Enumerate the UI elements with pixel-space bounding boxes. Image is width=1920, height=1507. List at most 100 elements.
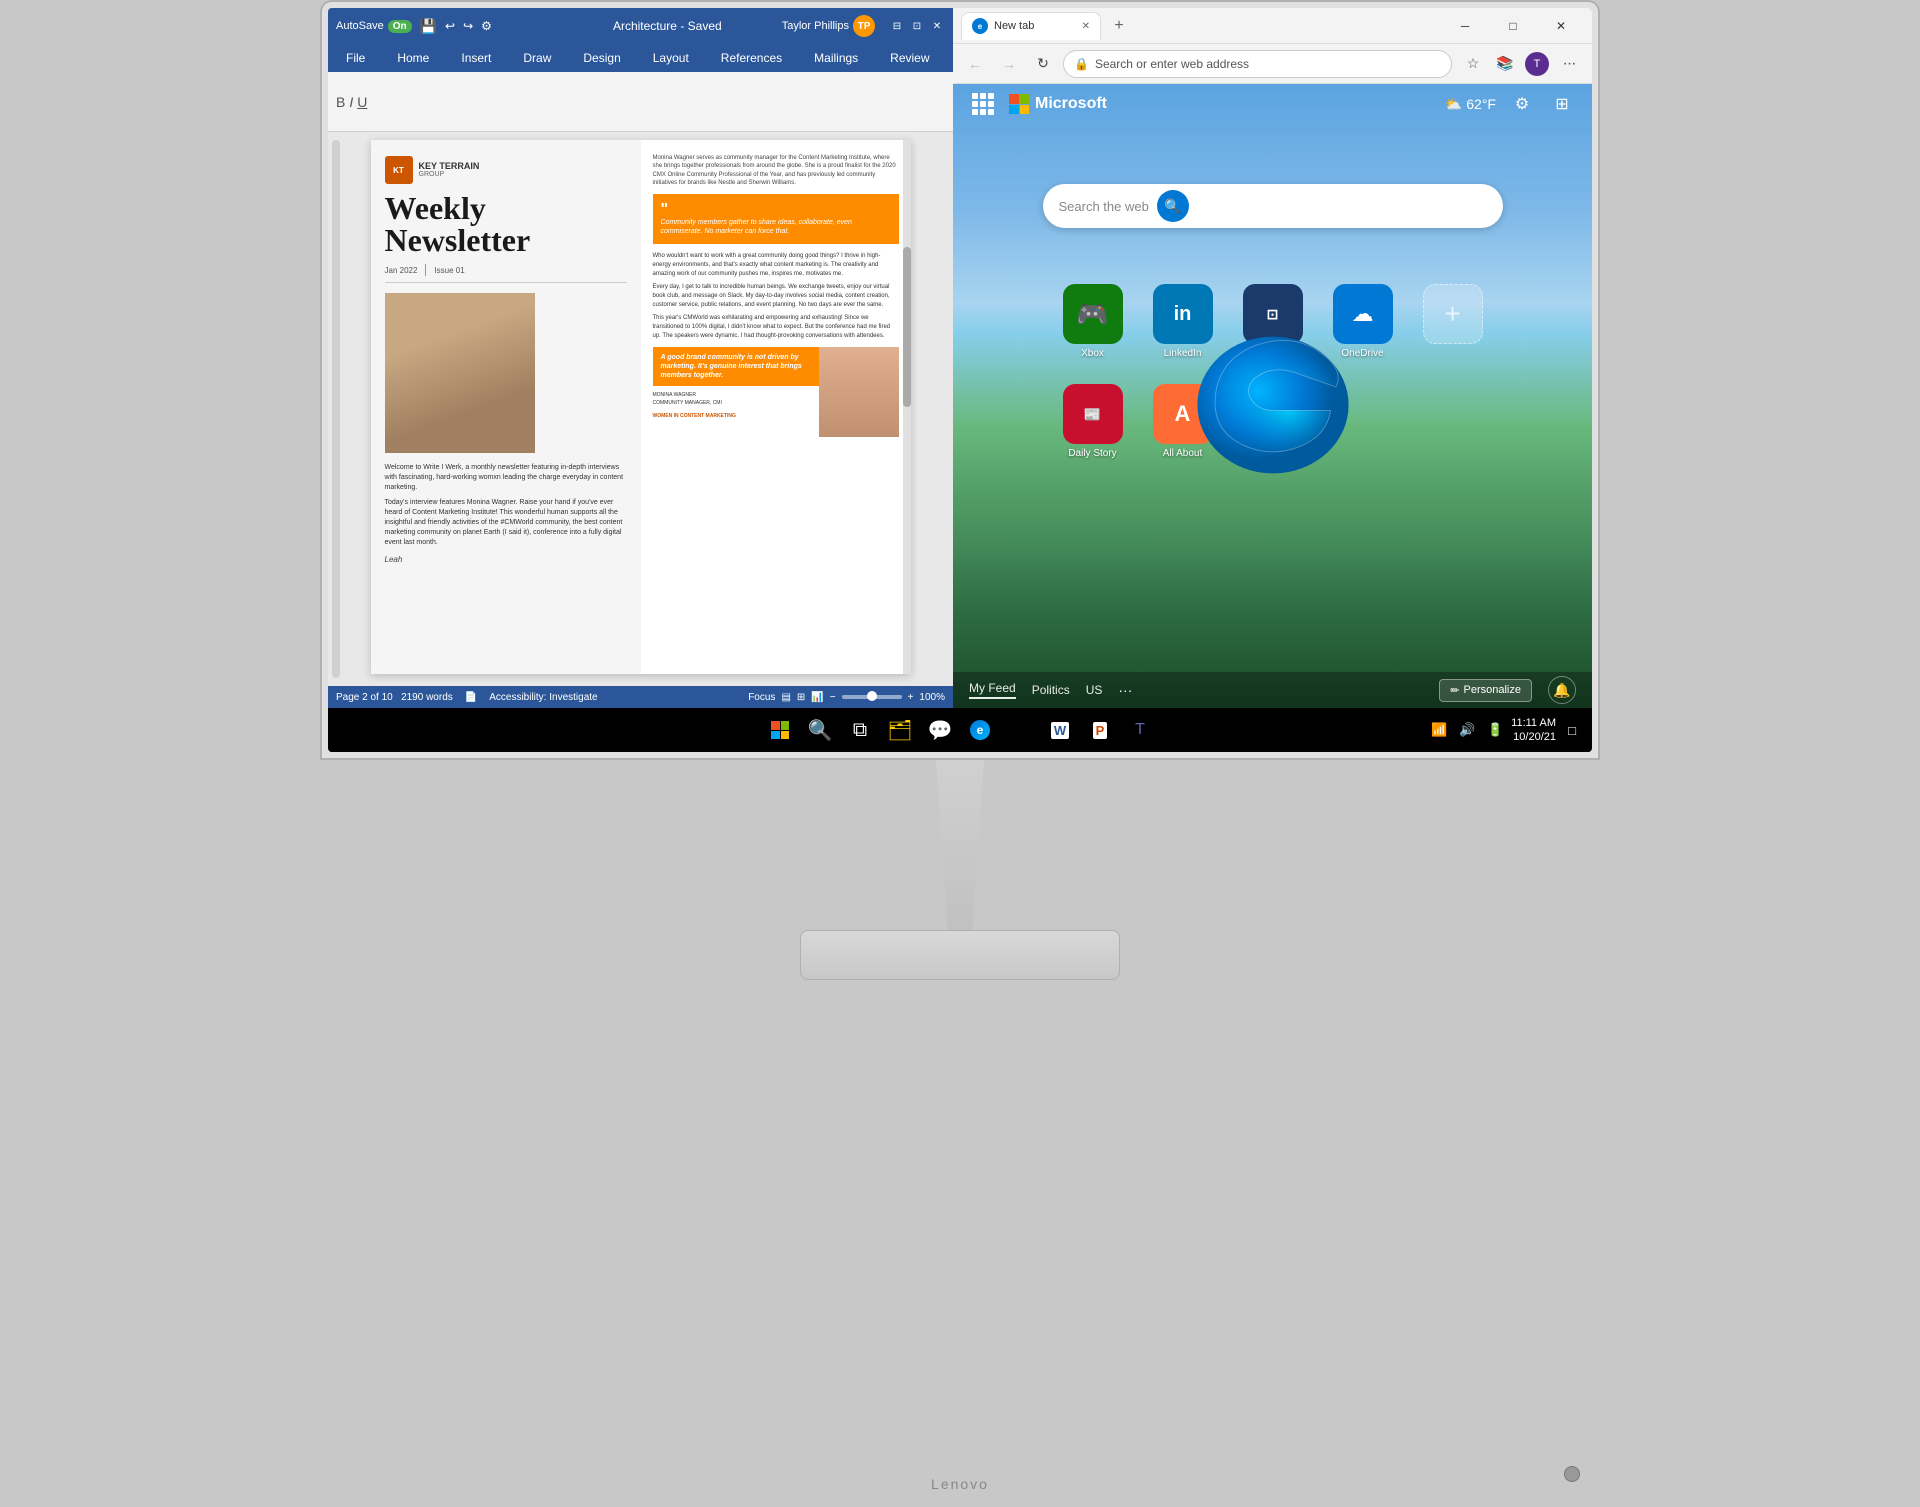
- taskbar-explorer-btn[interactable]: 🗂: [882, 712, 918, 748]
- politics-tab[interactable]: Politics: [1032, 683, 1070, 697]
- battery-icon[interactable]: 🔋: [1483, 718, 1507, 742]
- us-tab[interactable]: US: [1086, 683, 1103, 697]
- quote-mark: ": [661, 202, 891, 218]
- apps-dot-9: [988, 109, 994, 115]
- page-settings-btn[interactable]: ⚙: [1508, 90, 1536, 118]
- edge-close-btn[interactable]: ✕: [1538, 8, 1584, 44]
- word-minimize-btn[interactable]: ⊟: [889, 18, 905, 34]
- taskbar-edge-btn[interactable]: e: [962, 712, 998, 748]
- view-icon-2[interactable]: ⊞: [797, 692, 805, 703]
- ms-apps-grid: [972, 93, 994, 115]
- weather-icon: ⛅: [1445, 96, 1462, 113]
- word-vertical-scrollbar-left[interactable]: [332, 140, 340, 678]
- brand-logo: KT KEY TERRAIN GROUP: [385, 156, 627, 184]
- zoom-level[interactable]: 100%: [919, 692, 945, 703]
- taskbar-teams-btn[interactable]: 💬: [922, 712, 958, 748]
- doc-icon: 📄: [465, 692, 477, 703]
- screen-content: AutoSave On 💾 ↩ ↪ ⚙ Architecture - Saved…: [328, 8, 1592, 752]
- word-doc-area[interactable]: KT KEY TERRAIN GROUP Weekly: [328, 132, 953, 686]
- taskbar-word-btn[interactable]: W: [1042, 712, 1078, 748]
- focus-btn[interactable]: Focus: [748, 692, 775, 703]
- apps-dot-7: [972, 109, 978, 115]
- edge-fav-btn[interactable]: ☆: [1458, 49, 1488, 79]
- edge-forward-btn[interactable]: →: [995, 50, 1023, 78]
- menu-references[interactable]: References: [715, 49, 788, 67]
- feed-tab[interactable]: My Feed: [969, 681, 1016, 699]
- taskbar-clock[interactable]: 11:11 AM 10/20/21: [1511, 716, 1556, 745]
- word-maximize-btn[interactable]: ⊡: [909, 18, 925, 34]
- zoom-slider[interactable]: [842, 695, 902, 699]
- edge-navbar: ← → ↻ 🔒 Search or enter web address ☆ 📚 …: [953, 44, 1592, 84]
- edge-refresh-btn[interactable]: ↻: [1029, 50, 1057, 78]
- taskbar-search-btn[interactable]: 🔍: [802, 712, 838, 748]
- word-document[interactable]: KT KEY TERRAIN GROUP Weekly: [371, 140, 911, 674]
- toolbar-btn-2[interactable]: I: [349, 94, 353, 110]
- autosave-toggle[interactable]: On: [388, 20, 412, 33]
- start-icon: [771, 721, 789, 739]
- word-toolbar: B I U: [328, 72, 953, 132]
- edge-new-tab-btn[interactable]: +: [1105, 12, 1133, 40]
- app-xbox[interactable]: 🎮 Xbox: [1053, 284, 1133, 374]
- ms-apps-btn[interactable]: [969, 90, 997, 118]
- word-scrollbar-thumb[interactable]: [903, 247, 911, 407]
- more-news-btn[interactable]: ···: [1118, 682, 1132, 698]
- view-icon-1[interactable]: ▤: [781, 692, 790, 703]
- app-daily-story[interactable]: 📰 Daily Story: [1053, 384, 1133, 474]
- edge-collections-btn[interactable]: 📚: [1490, 49, 1520, 79]
- start-btn[interactable]: [762, 712, 798, 748]
- network-icon[interactable]: 📶: [1427, 718, 1451, 742]
- menu-review[interactable]: Review: [884, 49, 935, 67]
- apps-dot-4: [972, 101, 978, 107]
- menu-file[interactable]: File: [340, 49, 371, 67]
- edge-more-btn[interactable]: ···: [1554, 49, 1584, 79]
- page-customize-btn[interactable]: ⊞: [1548, 90, 1576, 118]
- taskbar-teams2-btn[interactable]: T: [1122, 712, 1158, 748]
- power-button[interactable]: [1564, 1466, 1580, 1482]
- menu-design[interactable]: Design: [577, 49, 626, 67]
- taskbar-taskview-btn[interactable]: ⧉: [842, 712, 878, 748]
- menu-home[interactable]: Home: [391, 49, 435, 67]
- notification-btn[interactable]: 🔔: [1548, 676, 1576, 704]
- word-window-controls: ⊟ ⊡ ✕: [889, 18, 945, 34]
- edge-address-bar[interactable]: 🔒 Search or enter web address: [1063, 50, 1452, 78]
- menu-insert[interactable]: Insert: [455, 49, 497, 67]
- undo-btn[interactable]: ↩: [445, 19, 455, 33]
- word-close-btn[interactable]: ✕: [929, 18, 945, 34]
- menu-layout[interactable]: Layout: [647, 49, 695, 67]
- search-bar[interactable]: Search the web 🔍: [1043, 184, 1503, 228]
- edge-back-btn[interactable]: ←: [961, 50, 989, 78]
- toolbar-btn-1[interactable]: B: [336, 94, 345, 110]
- toolbar-btn-3[interactable]: U: [357, 94, 367, 110]
- edge-tab-new[interactable]: e New tab ✕: [961, 12, 1101, 40]
- accessibility-status[interactable]: Accessibility: Investigate: [489, 692, 597, 703]
- edge-tab-close-btn[interactable]: ✕: [1082, 21, 1090, 32]
- zoom-minus[interactable]: −: [830, 692, 836, 703]
- edge-favicon: e: [972, 18, 988, 34]
- word-scrollbar[interactable]: [903, 140, 911, 674]
- edge-logo-svg: [1183, 306, 1363, 486]
- notifications-corner[interactable]: □: [1560, 718, 1584, 742]
- app-add-new[interactable]: +: [1413, 284, 1493, 374]
- redo-btn[interactable]: ↪: [463, 19, 473, 33]
- edge-maximize-btn[interactable]: □: [1490, 8, 1536, 44]
- quote-text: Community members gather to share ideas,…: [661, 218, 891, 236]
- edge-profile-btn[interactable]: T: [1522, 49, 1552, 79]
- personalize-btn[interactable]: ✏ Personalize: [1439, 679, 1532, 702]
- view-icon-3[interactable]: 📊: [811, 692, 823, 703]
- apps-container: AutoSave On 💾 ↩ ↪ ⚙ Architecture - Saved…: [328, 8, 1592, 708]
- edge-minimize-btn[interactable]: ─: [1442, 8, 1488, 44]
- taskbar-store-btn[interactable]: 🛍: [1002, 712, 1038, 748]
- save-icon[interactable]: 💾: [420, 18, 437, 35]
- word-app: AutoSave On 💾 ↩ ↪ ⚙ Architecture - Saved…: [328, 8, 953, 708]
- word-title: Architecture - Saved: [559, 19, 776, 33]
- monitor-screen: AutoSave On 💾 ↩ ↪ ⚙ Architecture - Saved…: [328, 8, 1592, 752]
- sound-icon[interactable]: 🔊: [1455, 718, 1479, 742]
- edge-window-controls: ─ □ ✕: [1442, 8, 1584, 44]
- menu-draw[interactable]: Draw: [517, 49, 557, 67]
- extra-btn[interactable]: ⚙: [481, 19, 492, 33]
- flag-q2: [1020, 94, 1030, 104]
- menu-mailings[interactable]: Mailings: [808, 49, 864, 67]
- search-submit-btn[interactable]: 🔍: [1157, 190, 1189, 222]
- zoom-plus[interactable]: +: [908, 692, 914, 703]
- taskbar-ppt-btn[interactable]: P: [1082, 712, 1118, 748]
